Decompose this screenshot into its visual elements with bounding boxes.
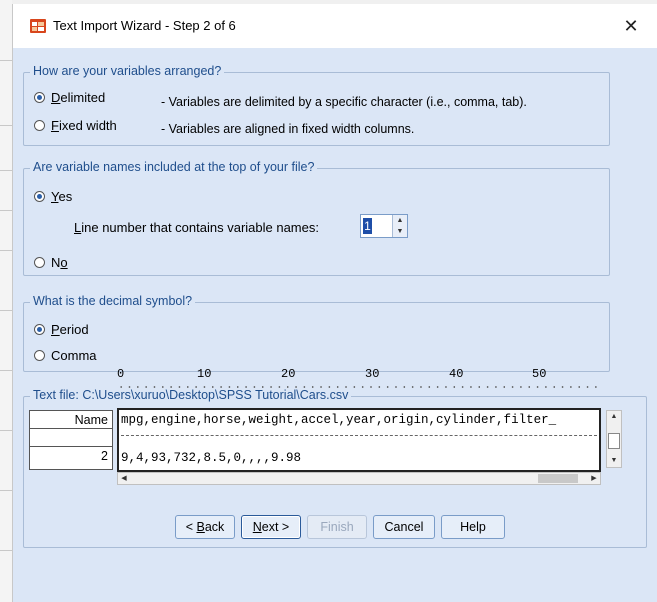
delimited-label: Delimited bbox=[51, 90, 106, 105]
fixed-width-radio[interactable]: Fixed width bbox=[34, 118, 117, 133]
preview-line: mpg,engine,horse,weight,accel,year,origi… bbox=[121, 413, 557, 427]
spinner-up-icon[interactable]: ▲ bbox=[393, 215, 407, 226]
preview-horizontal-scrollbar[interactable]: ◀ ▶ bbox=[117, 472, 601, 485]
names-no-label: No bbox=[51, 255, 68, 270]
preview-vertical-scrollbar[interactable]: ▲ ▼ bbox=[606, 410, 622, 468]
header-separator bbox=[121, 435, 597, 436]
ruler-label: 40 bbox=[449, 367, 464, 381]
ruler-label: 10 bbox=[197, 367, 212, 381]
row-headers: Name 2 bbox=[29, 410, 113, 470]
column-ruler: 0 10 20 30 40 50 bbox=[117, 363, 597, 393]
row-header bbox=[30, 429, 112, 447]
delimited-radio[interactable]: Delimited bbox=[34, 90, 105, 105]
help-button[interactable]: Help bbox=[441, 515, 505, 539]
fixed-width-label: Fixed width bbox=[51, 118, 117, 133]
ruler-label: 30 bbox=[365, 367, 380, 381]
spss-table-icon bbox=[29, 17, 47, 35]
scroll-thumb[interactable] bbox=[538, 474, 578, 483]
next-button[interactable]: Next > bbox=[241, 515, 301, 539]
radio-unselected-icon bbox=[34, 257, 45, 268]
line-number-label: Line number that contains variable names… bbox=[74, 220, 319, 235]
decimal-comma-radio[interactable]: Comma bbox=[34, 348, 97, 363]
file-preview[interactable]: mpg,engine,horse,weight,accel,year,origi… bbox=[117, 408, 601, 472]
row-header: Name bbox=[30, 411, 112, 429]
title-bar: Text Import Wizard - Step 2 of 6 ✕ bbox=[13, 4, 657, 48]
scroll-down-icon[interactable]: ▼ bbox=[607, 455, 621, 467]
radio-selected-icon bbox=[34, 92, 45, 103]
line-number-value[interactable]: 1 bbox=[363, 218, 372, 234]
back-button[interactable]: < Back bbox=[175, 515, 235, 539]
spinner-arrows[interactable]: ▲ ▼ bbox=[392, 215, 407, 237]
spinner-down-icon[interactable]: ▼ bbox=[393, 226, 407, 237]
line-number-spinner[interactable]: 1 ▲ ▼ bbox=[360, 214, 408, 238]
radio-selected-icon bbox=[34, 324, 45, 335]
radio-unselected-icon bbox=[34, 350, 45, 361]
decimal-legend: What is the decimal symbol? bbox=[30, 294, 196, 308]
scroll-left-icon[interactable]: ◀ bbox=[118, 473, 130, 484]
arrangement-legend: How are your variables arranged? bbox=[30, 64, 225, 78]
names-no-radio[interactable]: No bbox=[34, 255, 68, 270]
close-icon[interactable]: ✕ bbox=[617, 12, 645, 40]
decimal-period-radio[interactable]: Period bbox=[34, 322, 89, 337]
ruler-dots bbox=[117, 385, 597, 391]
ruler-label: 20 bbox=[281, 367, 296, 381]
scroll-right-icon[interactable]: ▶ bbox=[588, 473, 600, 484]
preview-line: 9,4,93,732,8.5,0,,,,9.98 bbox=[121, 451, 302, 465]
radio-unselected-icon bbox=[34, 120, 45, 131]
row-header: 2 bbox=[101, 449, 108, 463]
window-title: Text Import Wizard - Step 2 of 6 bbox=[53, 18, 236, 33]
cancel-button[interactable]: Cancel bbox=[373, 515, 435, 539]
ruler-label: 0 bbox=[117, 367, 125, 381]
scroll-thumb[interactable] bbox=[608, 433, 620, 449]
fixed-width-description: - Variables are aligned in fixed width c… bbox=[161, 122, 415, 136]
decimal-group: What is the decimal symbol? bbox=[23, 294, 610, 372]
ruler-label: 50 bbox=[532, 367, 547, 381]
variable-names-legend: Are variable names included at the top o… bbox=[30, 160, 318, 174]
radio-selected-icon bbox=[34, 191, 45, 202]
delimited-description: - Variables are delimited by a specific … bbox=[161, 95, 527, 109]
period-label: Period bbox=[51, 322, 89, 337]
names-yes-label: Yes bbox=[51, 189, 73, 204]
names-yes-radio[interactable]: Yes bbox=[34, 189, 72, 204]
background-window-edge bbox=[0, 0, 13, 602]
finish-button[interactable]: Finish bbox=[307, 515, 367, 539]
scroll-up-icon[interactable]: ▲ bbox=[607, 411, 621, 423]
comma-label: Comma bbox=[51, 348, 97, 363]
